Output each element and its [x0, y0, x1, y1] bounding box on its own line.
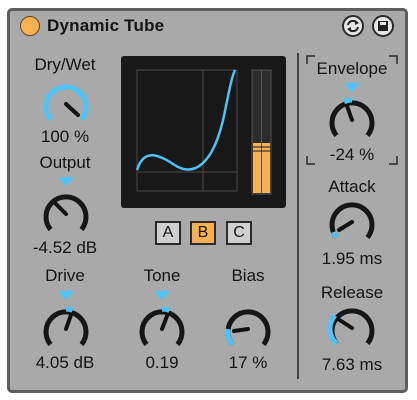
- save-preset-icon: [378, 21, 388, 31]
- tone-knob[interactable]: [134, 303, 190, 353]
- bias-knob[interactable]: [220, 303, 276, 353]
- dry-wet-label: Dry/Wet: [34, 55, 96, 74]
- tube-c-button[interactable]: C: [226, 221, 252, 245]
- output-default-marker: [58, 177, 74, 186]
- release-knob[interactable]: [324, 302, 380, 352]
- drive-value: 4.05 dB: [35, 353, 95, 372]
- drive-label: Drive: [45, 266, 85, 285]
- envelope-knob[interactable]: [324, 94, 380, 144]
- envelope-label: Envelope: [316, 59, 388, 78]
- release-value: 7.63 ms: [321, 355, 383, 374]
- bias-label: Bias: [231, 266, 265, 285]
- drive-default-marker: [58, 291, 74, 300]
- dry-wet-value: 100 %: [40, 127, 90, 146]
- envelope-default-marker: [344, 83, 360, 92]
- tone-value: 0.19: [145, 353, 179, 372]
- dry-wet-knob[interactable]: [38, 78, 94, 128]
- attack-label: Attack: [328, 177, 376, 196]
- section-divider: [297, 53, 299, 379]
- device-title: Dynamic Tube: [47, 16, 165, 35]
- tube-a-button[interactable]: A: [155, 221, 181, 245]
- device-power-button[interactable]: [20, 16, 40, 36]
- output-value: -4.52 dB: [32, 238, 98, 257]
- tone-label: Tone: [143, 266, 181, 285]
- hot-swap-button[interactable]: [342, 15, 364, 37]
- save-preset-button[interactable]: [372, 15, 394, 37]
- transfer-curve-display: [121, 56, 286, 208]
- tone-default-marker: [154, 291, 170, 300]
- hot-swap-icon: [347, 19, 359, 33]
- bias-value: 17 %: [228, 353, 268, 372]
- transfer-curve-graph: [135, 69, 272, 195]
- output-knob[interactable]: [38, 188, 94, 238]
- tube-b-button[interactable]: B: [190, 221, 216, 245]
- drive-knob[interactable]: [38, 303, 94, 353]
- output-label: Output: [39, 153, 91, 172]
- attack-value: 1.95 ms: [321, 249, 383, 268]
- envelope-value: -24 %: [329, 145, 375, 164]
- attack-knob[interactable]: [324, 196, 380, 246]
- release-label: Release: [320, 283, 384, 302]
